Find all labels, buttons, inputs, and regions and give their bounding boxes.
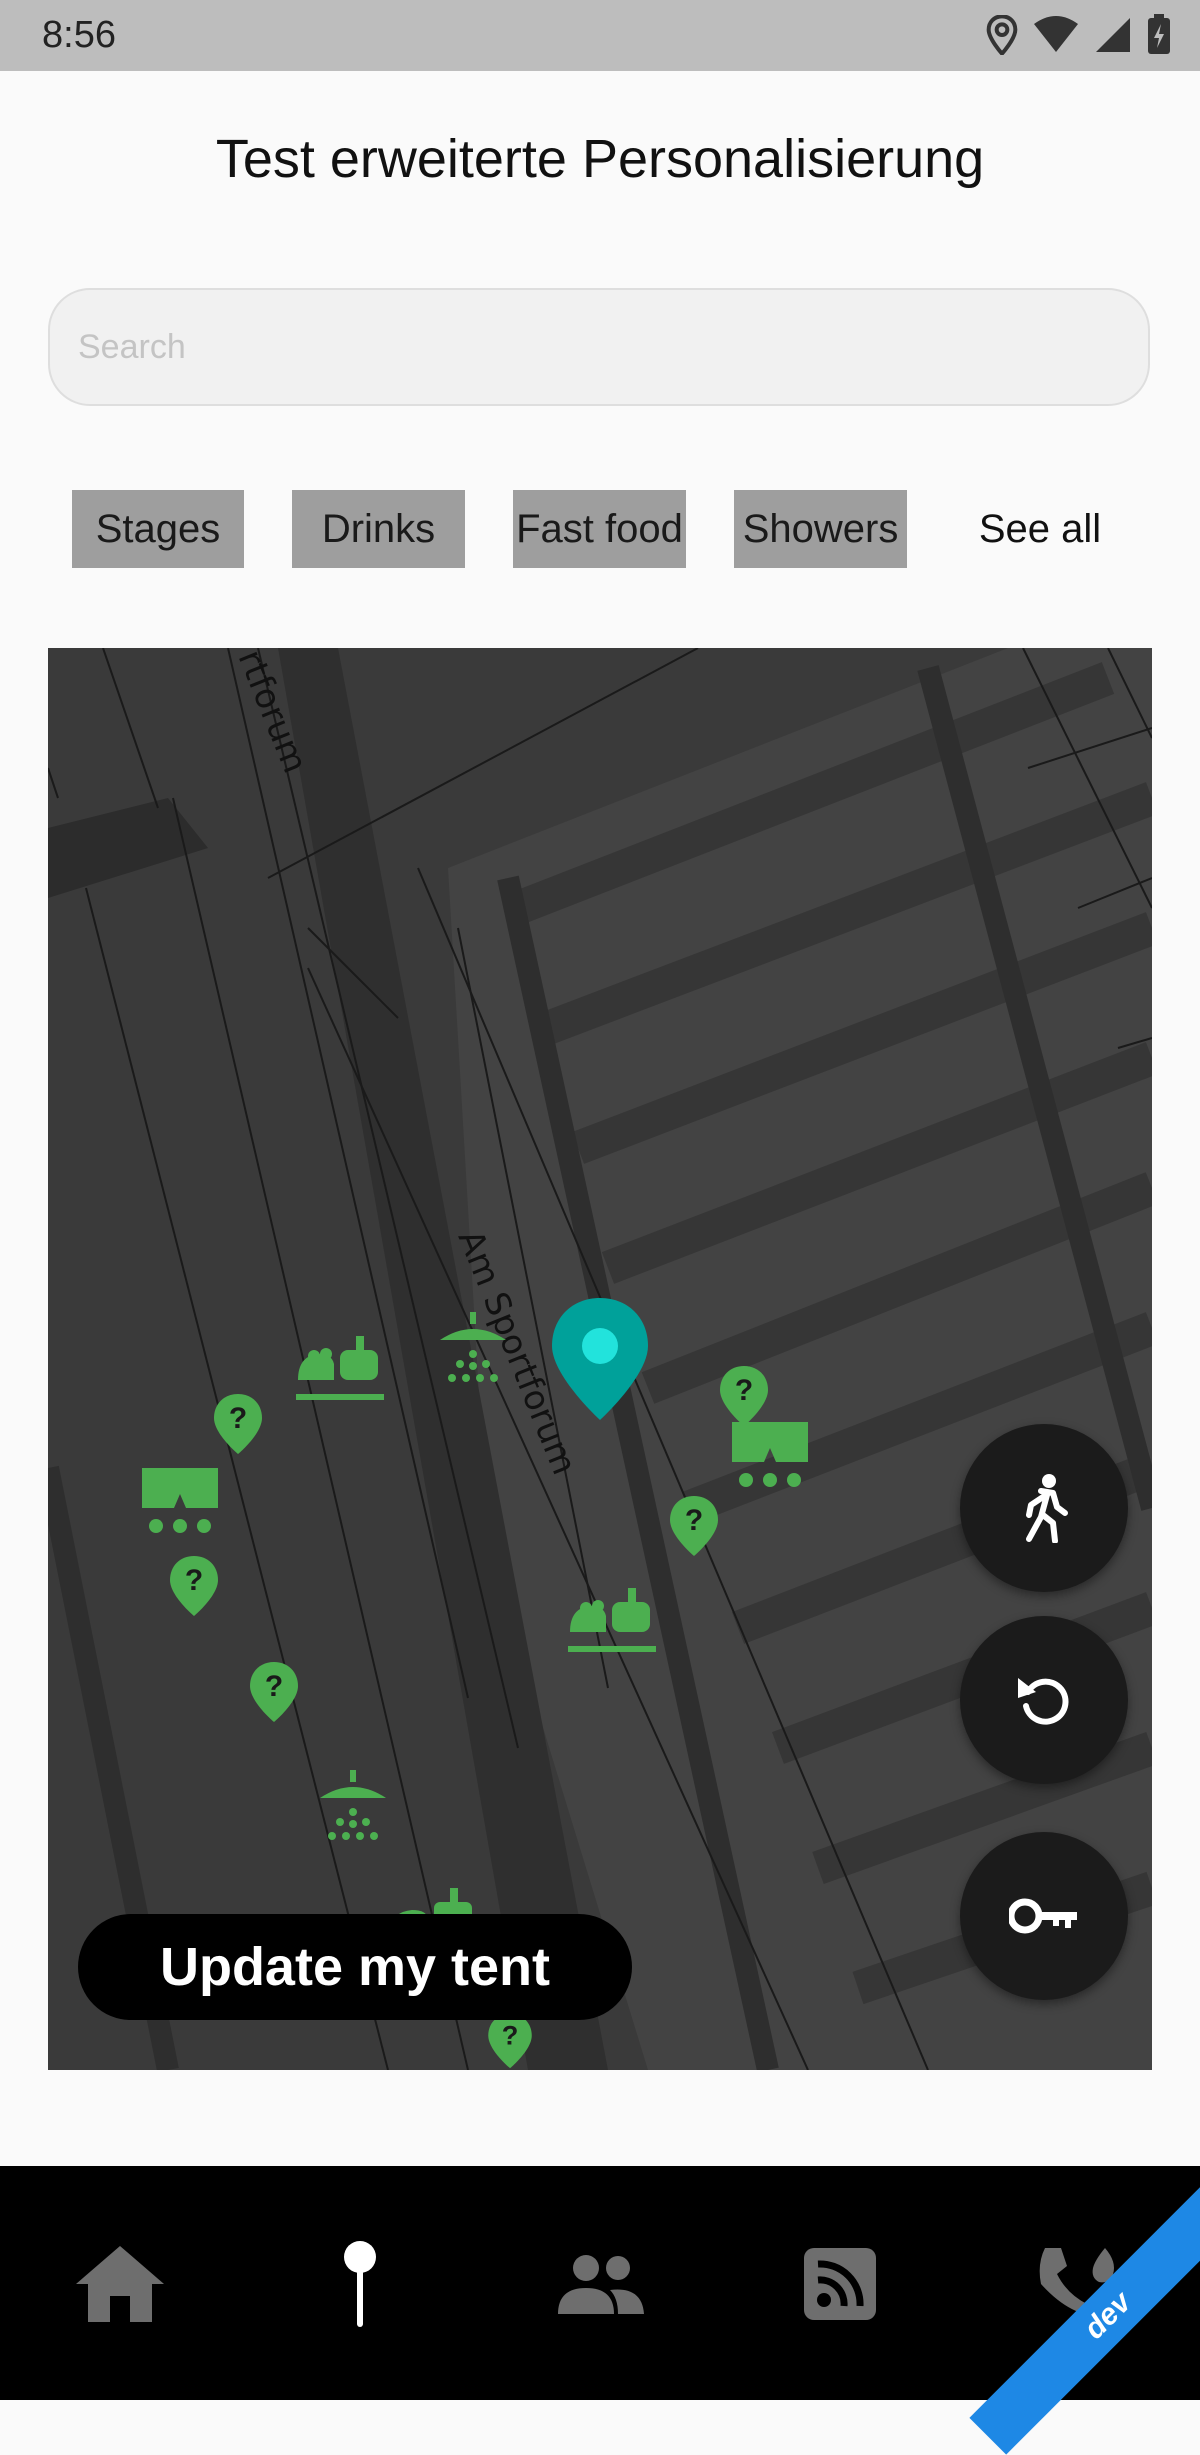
stage-icon[interactable] [730,1418,810,1494]
bottom-nav: dev [0,2166,1200,2455]
status-time: 8:56 [42,14,116,56]
unknown-poi-icon[interactable]: ? [484,2012,536,2070]
status-bar: 8:56 [0,0,1200,71]
unknown-poi-icon[interactable]: ? [718,1364,770,1428]
map-pin-icon [344,2241,376,2327]
chip-showers[interactable]: Showers [734,490,907,568]
home-icon [76,2246,164,2322]
stage-icon[interactable] [140,1464,220,1540]
key-button[interactable] [960,1832,1128,2000]
nav-feed[interactable] [780,2234,900,2334]
nav-home[interactable] [60,2234,180,2334]
status-icons [986,14,1172,56]
refresh-button[interactable] [960,1616,1128,1784]
location-pin-icon[interactable] [550,1296,650,1422]
unknown-poi-icon[interactable]: ? [168,1554,220,1618]
svg-text:?: ? [502,2020,519,2051]
page-title: Test erweiterte Personalisierung [215,129,985,189]
unknown-poi-icon[interactable]: ? [212,1392,264,1456]
svg-text:?: ? [735,1374,753,1407]
chip-stages[interactable]: Stages [72,490,244,568]
svg-text:?: ? [685,1504,703,1537]
svg-text:?: ? [185,1564,203,1597]
svg-text:?: ? [265,1670,283,1703]
food-truck-icon[interactable] [294,1336,386,1408]
walk-button[interactable] [960,1424,1128,1592]
location-icon [986,15,1018,55]
battery-icon [1148,14,1170,54]
unknown-poi-icon[interactable]: ? [668,1494,720,1558]
unknown-poi-icon[interactable]: ? [248,1660,300,1724]
key-icon [1009,1898,1077,1934]
svg-text:?: ? [229,1402,247,1435]
rss-feed-icon [804,2248,876,2320]
nav-map[interactable] [300,2234,420,2334]
update-tent-button[interactable]: Update my tent [78,1914,632,2020]
refresh-icon [1018,1678,1069,1725]
shower-icon[interactable] [438,1312,508,1392]
search-input[interactable] [48,288,1150,406]
shower-icon[interactable] [318,1770,388,1850]
nav-groups[interactable] [540,2234,660,2334]
wifi-icon [1034,16,1078,52]
signal-icon [1096,18,1130,52]
chip-drinks[interactable]: Drinks [292,490,465,568]
food-truck-icon[interactable] [566,1588,658,1660]
dev-badge: dev [969,2177,1200,2455]
map-view[interactable]: rtforum Am Sportforum ? ? ? ? ? ? Update… [48,648,1152,2070]
walk-icon [1026,1474,1068,1543]
group-icon [558,2255,644,2314]
see-all-link[interactable]: See all [960,490,1120,568]
chip-fast-food[interactable]: Fast food [513,490,686,568]
category-chips: Stages Drinks Fast food Showers See all [0,490,1200,568]
